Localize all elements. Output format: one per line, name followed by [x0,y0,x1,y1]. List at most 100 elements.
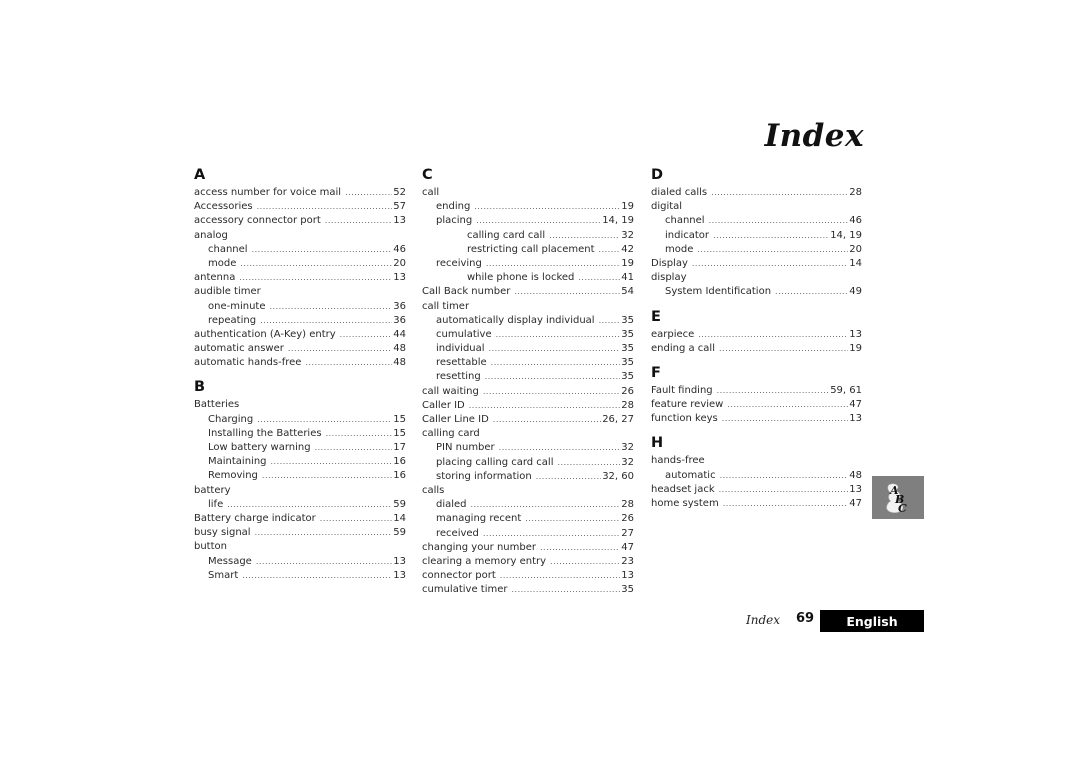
index-entry: Low battery warning 17 [194,441,406,455]
index-entry: Battery charge indicator 14 [194,512,406,526]
dot-leader [483,385,620,399]
page-reference: 13 [393,555,406,567]
page-reference: 35 [621,343,634,355]
index-entry: received 27 [422,527,634,541]
index-entry: analog [194,229,406,243]
index-entry: call [422,186,634,200]
index-section-a: Aaccess number for voice mail 52 Accessori… [194,167,406,370]
index-column-1: Aaccess number for voice mail 52 Accessori… [194,167,406,592]
section-letter: H [651,435,664,452]
index-term: dialed calls [651,187,708,198]
page-reference: 36 [393,300,406,312]
page-reference: 17 [393,442,406,453]
dot-leader [578,271,620,285]
page-reference: 13 [621,570,634,582]
index-term: function keys [651,413,718,425]
index-entry: accessory connector port 13 [194,214,406,228]
page-reference: 14 [393,512,406,524]
index-term: audible timer [194,286,261,298]
index-term: restricting call placement [467,243,595,255]
dot-leader [599,314,621,328]
index-entry: clearing a memory entry 23 [422,555,634,569]
footer-page-number: 69 [796,611,815,626]
dot-leader [550,555,620,569]
index-term: ending [436,201,471,213]
index-term: home system [651,498,719,509]
page-reference: 16 [393,456,406,468]
dot-leader [305,356,392,370]
page-reference: 35 [621,328,634,340]
index-entry: display [651,271,862,285]
dot-leader [483,527,620,541]
dot-leader [599,243,621,257]
index-entry: calls [422,484,634,498]
page-reference: 26 [621,385,634,397]
dot-leader [486,257,620,271]
index-entry: Display 14 [651,257,862,271]
index-entry: storing information 32, 60 [422,470,634,484]
index-term: placing calling card call [436,456,554,468]
index-term: calling card [422,428,480,440]
page-reference: 13 [849,483,862,495]
index-term: Installing the Batteries [208,427,322,439]
dot-leader [717,384,830,398]
page-reference: 41 [621,272,634,284]
index-term: display [651,272,687,284]
page-reference: 47 [849,498,862,509]
dot-leader [476,214,601,228]
index-entry: Fault finding 59, 61 [651,384,862,398]
index-entry: Caller ID 28 [422,399,634,413]
index-term: channel [208,243,248,255]
index-term: mode [208,257,237,269]
dot-leader [288,342,392,356]
index-term: Smart [208,569,239,581]
index-term: connector port [422,570,496,582]
dot-leader [697,243,848,257]
index-term: resettable [436,357,487,369]
page-reference: 35 [621,357,634,369]
page-reference: 14, 19 [602,215,634,227]
index-term: Caller ID [422,399,465,411]
index-term: automatic [665,469,716,481]
index-term: Caller Line ID [422,414,489,425]
footer-section-label: Index [746,613,781,627]
dot-leader [692,257,848,271]
section-letter: F [651,364,661,381]
index-entry: mode 20 [194,257,406,271]
dot-leader [326,427,393,441]
index-term: call timer [422,300,470,312]
dot-leader [320,512,392,526]
index-entry: repeating 36 [194,314,406,328]
index-entry: busy signal 59 [194,526,406,540]
index-section-c: Ccall ending 19 placing 14, 19 calling card c… [422,167,634,597]
index-term: Batteries [194,399,240,411]
dot-leader [271,455,393,469]
index-section-f: FFault finding59, 61feature review47func… [651,365,862,427]
index-entry: automatic answer 48 [194,342,406,356]
section-letter: A [194,167,206,183]
index-entry: button [194,540,406,554]
index-term: accessory connector port [194,215,321,227]
dot-leader [723,497,849,511]
svg-text:C: C [898,502,907,515]
index-entry: Call Back number 54 [422,285,634,299]
dot-leader [525,512,620,526]
index-entry: placing calling card call 32 [422,456,634,470]
page-reference: 20 [849,243,862,255]
index-entry: mode 20 [651,243,862,257]
dot-leader [242,569,392,583]
dot-leader [719,342,848,356]
index-term: Battery charge indicator [194,512,316,524]
page-reference: 57 [393,201,406,213]
dot-leader [255,526,393,540]
page-reference: 48 [849,469,862,481]
page-reference: 26, 27 [602,414,634,425]
index-term: authentication (A-Key) entry [194,328,336,340]
index-entry: cumulative timer 35 [422,583,634,597]
index-term: headset jack [651,483,715,495]
index-term: received [436,527,479,539]
index-entry: authentication (A-Key) entry 44 [194,328,406,342]
index-term: automatically display individual [436,314,595,326]
page-reference: 44 [393,328,406,340]
index-term: cumulative [436,328,492,340]
